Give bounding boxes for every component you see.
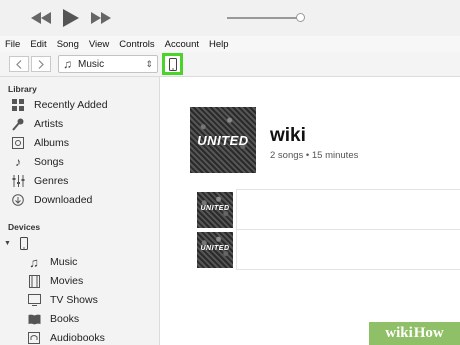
disclosure-triangle-icon[interactable]: ▼ xyxy=(4,240,12,247)
tv-icon xyxy=(26,293,42,307)
media-kind-select[interactable]: ♫ Music ⇕ xyxy=(58,55,158,73)
sidebar-item-label: Audiobooks xyxy=(50,332,105,344)
album-icon xyxy=(10,136,26,150)
wikihow-watermark: wiki How xyxy=(369,322,460,345)
watermark-part1: wiki xyxy=(385,325,413,341)
sidebar-item-device-tv-shows[interactable]: TV Shows xyxy=(26,291,159,309)
sidebar-item-label: Songs xyxy=(34,156,64,168)
divider xyxy=(236,229,460,230)
menu-song[interactable]: Song xyxy=(52,39,84,50)
sidebar-item-device-books[interactable]: Books xyxy=(26,310,159,328)
sidebar-item-device[interactable]: ▼ xyxy=(4,234,152,252)
divider xyxy=(236,189,460,190)
divider xyxy=(236,189,237,269)
fast-forward-icon xyxy=(91,12,111,24)
sidebar-item-genres[interactable]: Genres xyxy=(10,172,158,190)
sidebar-item-label: Recently Added xyxy=(34,99,108,111)
library-heading: Library xyxy=(8,84,37,94)
fast-forward-button[interactable] xyxy=(90,0,112,36)
play-button[interactable] xyxy=(60,0,82,36)
track-artwork[interactable]: UNITED xyxy=(197,232,233,268)
music-note-icon: ♫ xyxy=(63,57,72,71)
menu-controls[interactable]: Controls xyxy=(114,39,159,50)
back-button[interactable] xyxy=(9,56,29,72)
sidebar-item-label: Albums xyxy=(34,137,70,149)
track-artwork[interactable]: UNITED xyxy=(197,192,233,228)
genres-icon xyxy=(10,174,26,188)
sidebar-item-albums[interactable]: Albums xyxy=(10,134,158,152)
sidebar-item-label: Downloaded xyxy=(34,194,93,206)
sidebar-item-songs[interactable]: ♪ Songs xyxy=(10,153,158,171)
menu-view[interactable]: View xyxy=(84,39,114,50)
device-button[interactable] xyxy=(162,53,183,75)
sidebar-item-device-music[interactable]: ♫ Music xyxy=(26,253,159,271)
devices-heading: Devices xyxy=(8,222,41,232)
sidebar-item-label: Music xyxy=(50,256,78,268)
iphone-icon xyxy=(168,57,177,71)
track-artwork-text: UNITED xyxy=(200,205,230,212)
sidebar-item-label: TV Shows xyxy=(50,294,98,306)
menu-account[interactable]: Account xyxy=(160,39,204,50)
player-bar xyxy=(0,0,460,36)
rewind-button[interactable] xyxy=(30,0,52,36)
menu-file[interactable]: File xyxy=(0,39,25,50)
chevron-right-icon xyxy=(38,59,44,69)
film-icon xyxy=(26,274,42,288)
album-meta: 2 songs • 15 minutes xyxy=(270,150,359,161)
sidebar-item-recently-added[interactable]: Recently Added xyxy=(10,96,158,114)
divider xyxy=(236,269,460,270)
select-arrows-icon: ⇕ xyxy=(145,58,153,69)
album-artwork-text: UNITED xyxy=(197,133,249,148)
sidebar-item-label: Genres xyxy=(34,175,69,187)
menu-bar: File Edit Song View Controls Account Hel… xyxy=(0,36,460,52)
forward-button[interactable] xyxy=(31,56,51,72)
grid-icon xyxy=(10,98,26,112)
sidebar: Library Recently Added Artists Albums ♪ … xyxy=(0,77,160,345)
album-title: wiki xyxy=(270,125,306,146)
sidebar-item-label: Movies xyxy=(50,275,84,287)
sidebar-item-label: Artists xyxy=(34,118,64,130)
media-kind-label: Music xyxy=(78,58,105,70)
iphone-icon xyxy=(16,236,32,250)
sidebar-item-device-audiobooks[interactable]: Audiobooks xyxy=(26,329,159,345)
volume-slider[interactable] xyxy=(227,17,301,19)
menu-help[interactable]: Help xyxy=(204,39,234,50)
audiobook-icon xyxy=(26,331,42,345)
rewind-icon xyxy=(31,12,51,24)
track-artwork-text: UNITED xyxy=(200,245,230,252)
play-icon xyxy=(63,9,79,27)
microphone-icon xyxy=(10,117,26,131)
chevron-left-icon xyxy=(16,59,22,69)
book-icon xyxy=(26,312,42,326)
album-artwork[interactable]: UNITED xyxy=(190,107,256,173)
music-note-icon: ♪ xyxy=(15,155,21,169)
download-icon xyxy=(10,193,26,207)
sidebar-item-downloaded[interactable]: Downloaded xyxy=(10,191,158,209)
music-note-icon: ♫ xyxy=(29,254,39,270)
sidebar-item-artists[interactable]: Artists xyxy=(10,115,158,133)
menu-edit[interactable]: Edit xyxy=(25,39,51,50)
sidebar-item-label: Books xyxy=(50,313,80,325)
volume-slider-handle[interactable] xyxy=(296,13,305,22)
toolbar: ♫ Music ⇕ xyxy=(0,52,460,77)
watermark-part2: How xyxy=(413,325,444,341)
sidebar-item-device-movies[interactable]: Movies xyxy=(26,272,159,290)
